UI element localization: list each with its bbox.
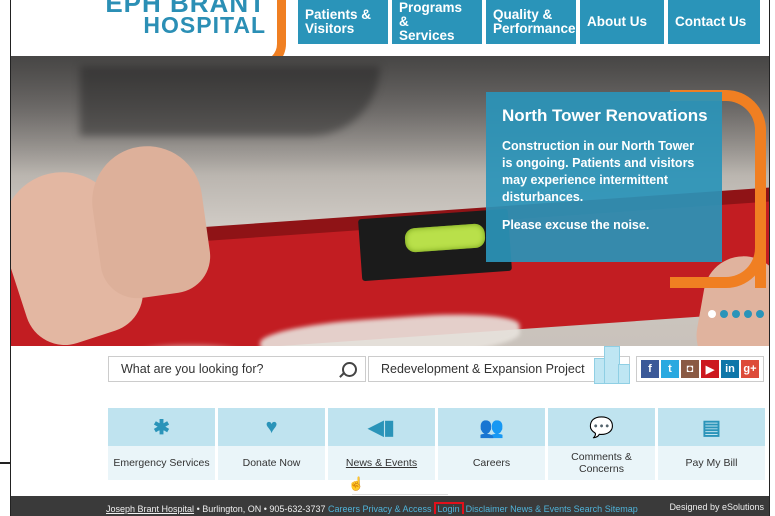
carousel-dot[interactable]: [732, 310, 740, 318]
carousel-dot[interactable]: [720, 310, 728, 318]
footer-link-sitemap[interactable]: Sitemap: [605, 504, 638, 514]
tile-comments-concerns[interactable]: 💬 Comments & Concerns: [548, 408, 655, 480]
hero-background-figure: [80, 66, 380, 136]
footer-link-search[interactable]: Search: [574, 504, 603, 514]
nav-label-line2: Performance: [493, 21, 576, 36]
linkedin-icon[interactable]: in: [721, 360, 739, 378]
nav-label: About Us: [587, 14, 647, 29]
search-input[interactable]: [109, 361, 343, 377]
tile-label: Emergency Services: [108, 446, 215, 480]
site-search: [108, 356, 366, 382]
carousel-dot[interactable]: [744, 310, 752, 318]
nav-about-us[interactable]: About Us: [580, 0, 664, 44]
nav-label-line1: Patients &: [305, 7, 372, 22]
nav-contact-us[interactable]: Contact Us: [668, 0, 760, 44]
footer-org[interactable]: Joseph Brant Hospital: [106, 504, 194, 514]
tile-pay-my-bill[interactable]: ▤ Pay My Bill: [658, 408, 765, 480]
footer-link-privacy[interactable]: Privacy & Access: [363, 504, 432, 514]
tile-news-events[interactable]: ◀▮ News & Events: [328, 408, 435, 480]
window-frame-left: [0, 0, 11, 516]
carousel-pause-dot[interactable]: [756, 310, 764, 318]
search-icon[interactable]: [342, 362, 357, 377]
tile-donate-now[interactable]: ♥ Donate Now: [218, 408, 325, 480]
site-header: JOSEPH BRANT HOSPITAL Patients &Visitors…: [10, 0, 770, 70]
speech-person-icon: 💬: [589, 416, 614, 439]
people-icon: 👥: [479, 416, 504, 439]
tile-label: Donate Now: [218, 446, 325, 480]
wallet-icon: ▤: [702, 416, 721, 439]
footer-link-disclaimer[interactable]: Disclaimer: [466, 504, 508, 514]
footer-link-news-events[interactable]: News & Events: [510, 504, 571, 514]
hero-note: Please excuse the noise.: [502, 218, 650, 232]
nav-label-line1: Programs &: [399, 0, 463, 29]
tile-label: News & Events: [328, 446, 435, 480]
window-frame-right: [769, 0, 775, 516]
tile-label: Comments & Concerns: [548, 446, 655, 480]
hero-body: Construction in our North Tower is ongoi…: [502, 139, 695, 204]
footer-info: Joseph Brant Hospital • Burlington, ON •…: [106, 502, 638, 514]
heart-hands-icon: ♥: [265, 415, 278, 438]
youtube-icon[interactable]: ▶: [701, 360, 719, 378]
nav-label: Contact Us: [675, 14, 747, 29]
tile-label: Careers: [438, 446, 545, 480]
quick-links: ✱ Emergency Services ♥ Donate Now ◀▮ New…: [108, 408, 766, 480]
tile-emergency-services[interactable]: ✱ Emergency Services: [108, 408, 215, 480]
footer-credit[interactable]: Designed by eSolutions: [669, 502, 764, 512]
footer-phone: 905-632-3737: [269, 504, 326, 514]
redevelopment-label: Redevelopment & Expansion Project: [381, 362, 585, 376]
nav-label-line2: Services: [399, 28, 455, 43]
footer-location: Burlington, ON: [202, 504, 262, 514]
asterisk-icon: ✱: [153, 416, 170, 439]
twitter-icon[interactable]: t: [661, 360, 679, 378]
building-icon: [590, 346, 630, 384]
search-band: Redevelopment & Expansion Project f t ◘ …: [10, 346, 770, 394]
hero-caption-panel[interactable]: North Tower Renovations Construction in …: [486, 92, 722, 262]
nav-label-line2: Visitors: [305, 21, 355, 36]
nav-label-line1: Quality &: [493, 7, 553, 22]
hero-banner[interactable]: North Tower Renovations Construction in …: [10, 56, 770, 346]
site-footer: Joseph Brant Hospital • Burlington, ON •…: [10, 496, 770, 516]
tile-label: Pay My Bill: [658, 446, 765, 480]
nav-patients-visitors[interactable]: Patients & Visitors: [298, 0, 388, 44]
logo-main-text: HOSPITAL: [143, 12, 266, 38]
googleplus-icon[interactable]: g+: [741, 360, 759, 378]
facebook-icon[interactable]: f: [641, 360, 659, 378]
social-links: f t ◘ ▶ in g+: [636, 356, 764, 382]
instagram-icon[interactable]: ◘: [681, 360, 699, 378]
nav-quality-performance[interactable]: Quality & Performance: [486, 0, 576, 44]
frame-mark: [0, 462, 10, 464]
mouse-cursor-icon: ☝: [348, 476, 365, 491]
footer-link-login[interactable]: Login: [433, 502, 464, 514]
megaphone-icon: ◀▮: [368, 416, 395, 439]
carousel-dots: [708, 310, 764, 318]
footer-link-careers[interactable]: Careers: [328, 504, 360, 514]
carousel-dot[interactable]: [708, 310, 716, 318]
tile-careers[interactable]: 👥 Careers: [438, 408, 545, 480]
nav-programs-services[interactable]: Programs & Services: [392, 0, 482, 44]
hero-title: North Tower Renovations: [502, 106, 708, 125]
main-nav: Patients & Visitors Programs & Services Qu…: [298, 0, 760, 44]
